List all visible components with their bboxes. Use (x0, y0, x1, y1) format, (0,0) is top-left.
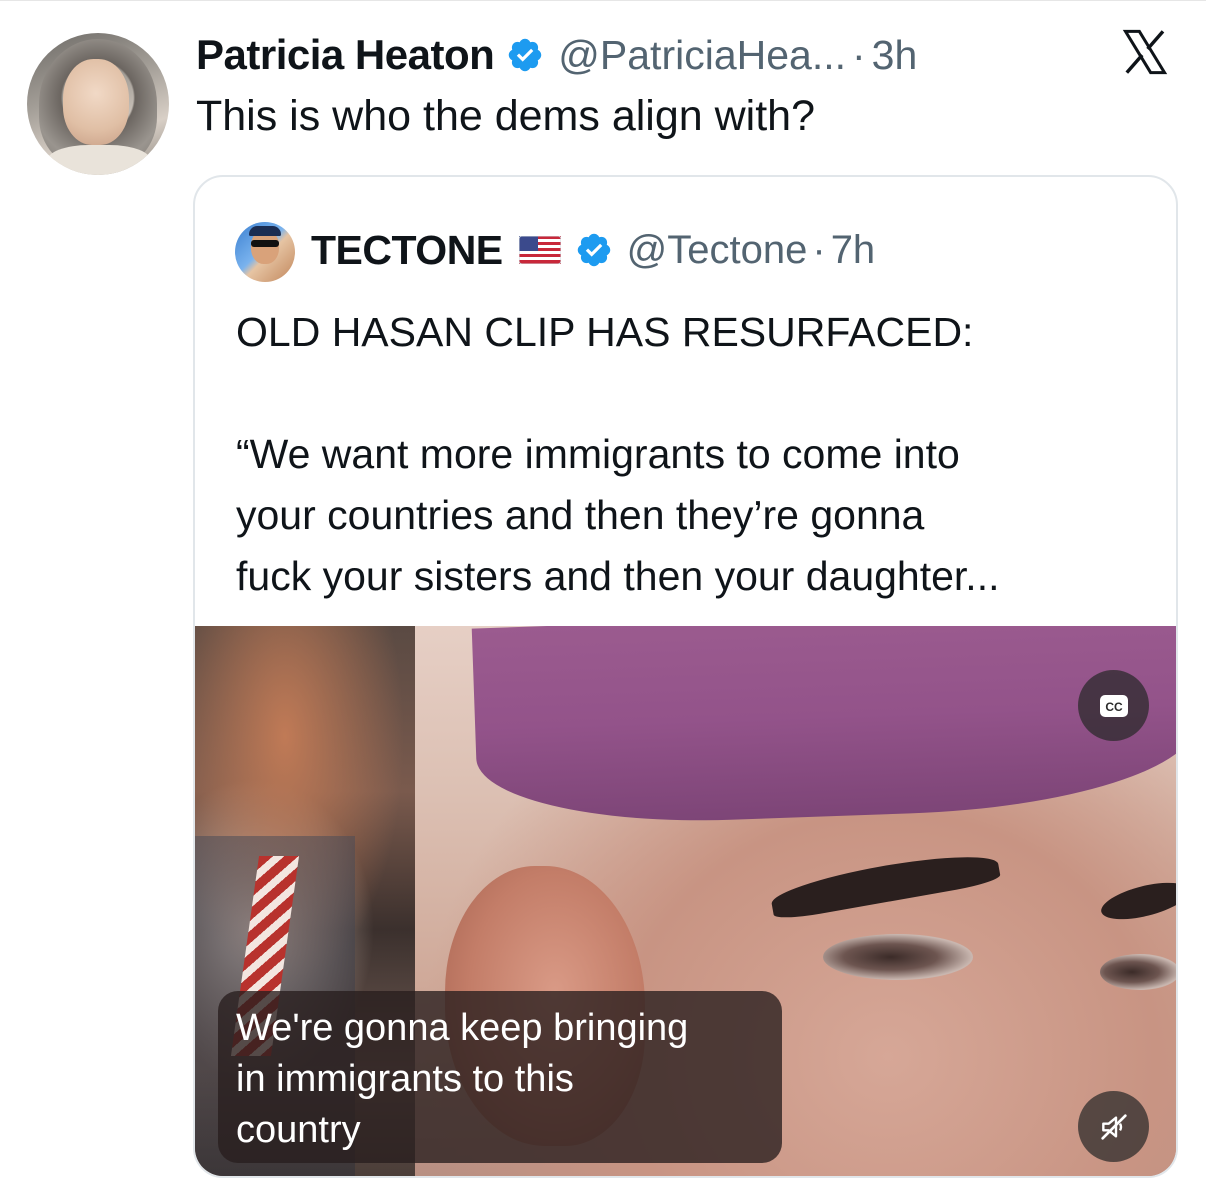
cc-label: CC (1105, 700, 1123, 714)
quoted-text-line: your countries and then they’re gonna (236, 492, 925, 538)
quoted-author-handle[interactable]: @Tectone (627, 228, 808, 273)
quoted-author-name[interactable]: TECTONE (311, 227, 503, 274)
mute-toggle-button[interactable] (1078, 1091, 1149, 1162)
verified-badge-icon[interactable] (506, 36, 544, 74)
quoted-avatar-glasses (251, 240, 279, 247)
quoted-tweet-text: OLD HASAN CLIP HAS RESURFACED: “We want … (236, 302, 1156, 607)
us-flag-icon (518, 235, 562, 265)
quoted-tweet-time[interactable]: 7h (831, 228, 876, 273)
quoted-header-separator: · (812, 227, 826, 272)
video-eye (823, 934, 973, 980)
quoted-text-line: fuck your sisters and then your daughter… (236, 553, 1000, 599)
quoted-author-avatar[interactable] (235, 222, 295, 282)
tweet-header: Patricia Heaton @PatriciaHea... · 3h (196, 30, 917, 80)
quoted-text-line: “We want more immigrants to come into (236, 431, 960, 477)
caption-line: country (236, 1109, 361, 1151)
avatar-shirt (47, 145, 151, 175)
quoted-avatar-cap (249, 226, 281, 236)
tweet-time[interactable]: 3h (872, 32, 918, 79)
quoted-tweet-card[interactable]: TECTONE @Tectone · 7h OLD HASAN CLIP HAS… (193, 175, 1178, 1178)
author-name[interactable]: Patricia Heaton (196, 31, 495, 79)
top-divider (0, 0, 1206, 1)
muted-speaker-icon (1100, 1113, 1127, 1140)
header-separator: · (852, 31, 866, 78)
author-avatar[interactable] (27, 33, 169, 175)
quoted-tweet-header: TECTONE @Tectone · 7h (311, 225, 875, 275)
author-handle[interactable]: @PatriciaHea... (558, 32, 846, 79)
avatar-face (63, 59, 129, 145)
closed-captions-icon: CC (1099, 694, 1128, 717)
caption-line: in immigrants to this (236, 1058, 574, 1100)
x-logo-icon[interactable] (1117, 26, 1173, 78)
tweet-text: This is who the dems align with? (196, 92, 816, 140)
verified-badge-icon[interactable] (575, 231, 613, 269)
video-eye (1100, 954, 1176, 990)
quoted-text-line: OLD HASAN CLIP HAS RESURFACED: (236, 309, 974, 355)
closed-captions-button[interactable]: CC (1078, 670, 1149, 741)
video-player[interactable]: We're gonna keep bringing in immigrants … (195, 626, 1176, 1176)
video-caption: We're gonna keep bringing in immigrants … (218, 991, 782, 1163)
caption-line: We're gonna keep bringing (236, 1007, 689, 1049)
